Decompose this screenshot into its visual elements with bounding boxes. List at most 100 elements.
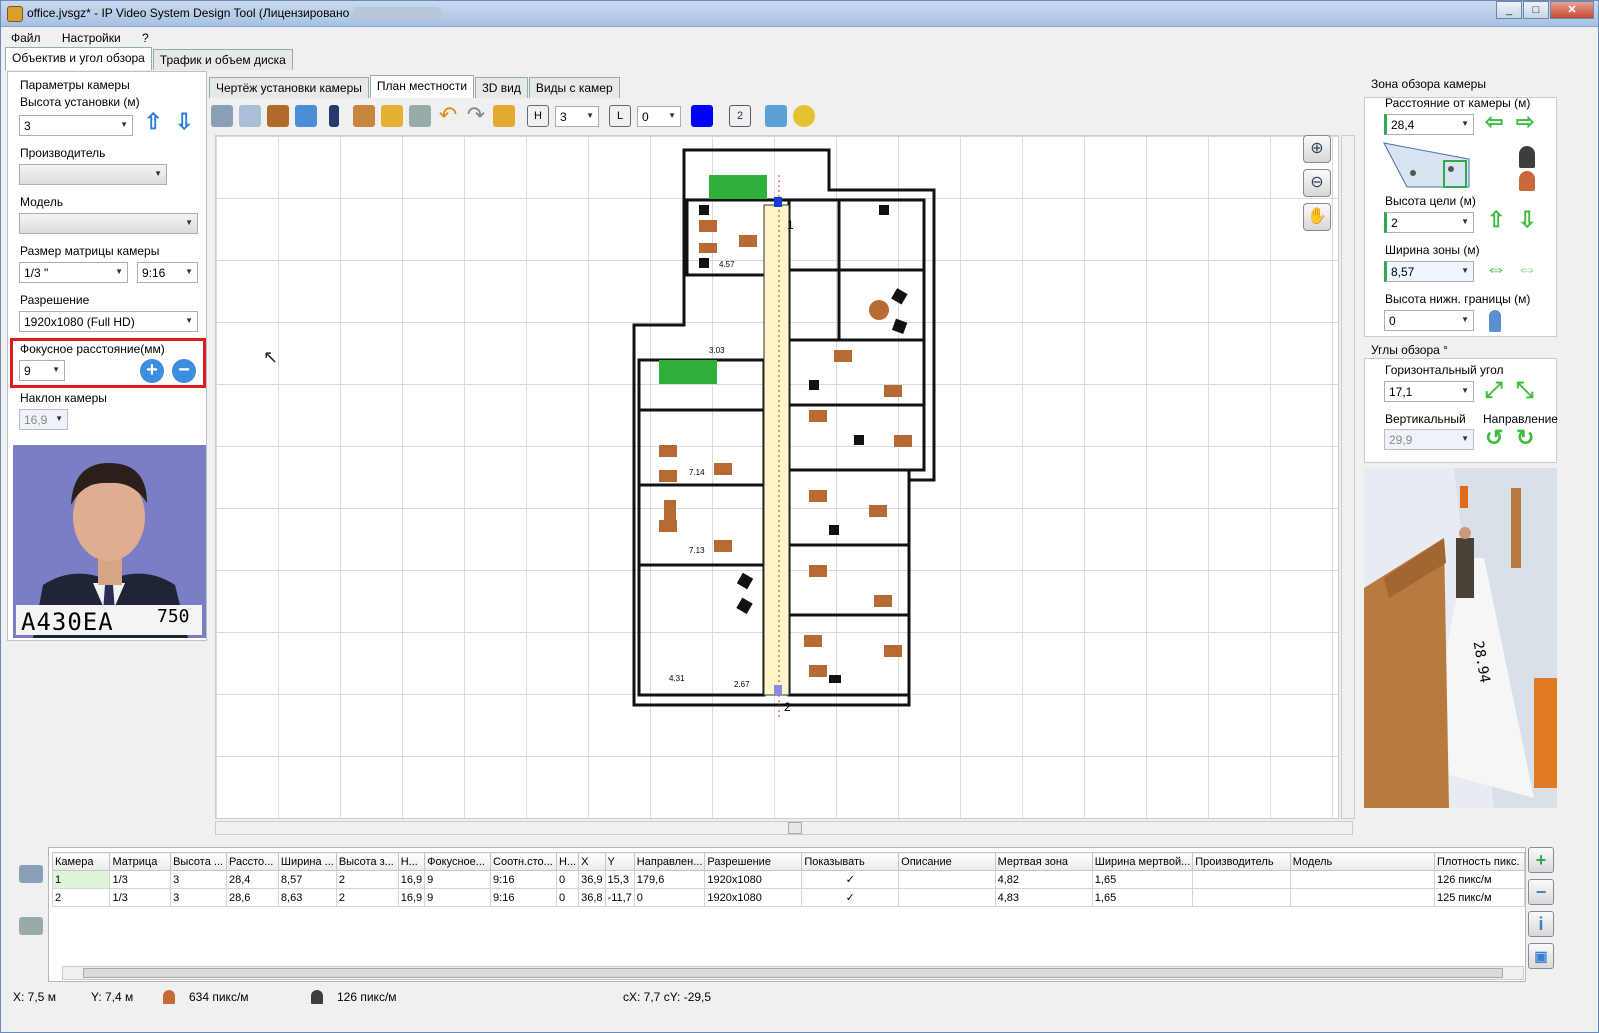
col-header[interactable]: Ширина мертвой... [1091,852,1194,871]
zone-w-combo[interactable]: 8,57 [1384,261,1474,282]
height-combo[interactable]: 3 [19,115,133,136]
col-header[interactable]: Описание [898,852,996,871]
h-combo[interactable]: 3 [555,105,599,127]
arrow-up-icon[interactable]: ⇧ [144,109,162,135]
col-header[interactable]: Мертвая зона [994,852,1093,871]
col-header[interactable]: Н... [555,852,580,871]
rotate-left-icon[interactable]: ↺ [1485,425,1503,451]
col-header[interactable]: Рассто... [226,852,279,871]
zoom-in-icon[interactable]: ⊕ [1303,135,1331,163]
target-h-combo[interactable]: 2 [1384,212,1474,233]
maximize-button[interactable]: □ [1523,1,1549,19]
table-row[interactable]: 2 1/3 3 28,6 8,63 2 16,9 9 9:16 0 36,8 -11,7 0 1920x1… [51,888,1526,907]
table-cell[interactable]: ✓ [801,888,900,907]
collapse-icon[interactable]: ⤡ [1516,377,1534,403]
camera-list-icon[interactable] [19,865,43,883]
pan-hand-icon[interactable]: ✋ [1303,203,1331,231]
layer-tool[interactable]: 2 [729,105,751,127]
door-tool-icon[interactable] [267,105,289,127]
color-picker[interactable] [691,105,713,127]
col-header[interactable]: Н... [397,852,426,871]
col-header[interactable]: Матрица [109,852,172,871]
table-cell: 36,9 [578,870,606,889]
line-list-icon[interactable] [19,917,43,935]
table-cell[interactable]: ✓ [801,870,900,889]
add-camera-icon[interactable]: + [1528,847,1554,873]
remove-camera-icon[interactable]: − [1528,879,1554,905]
wall-tool-icon[interactable] [295,105,317,127]
person-icon[interactable] [1519,146,1535,168]
table-cell: 0 [555,888,580,907]
resolution-combo[interactable]: 1920x1080 (Full HD) [19,311,198,332]
tab-camera-views[interactable]: Виды с камер [528,77,620,98]
col-header[interactable]: Производитель [1192,852,1291,871]
menu-file[interactable]: Файл [1,28,49,45]
col-header[interactable]: Соотн.сто... [490,852,557,871]
col-header[interactable]: Плотность пикс. [1433,852,1526,871]
distance-combo[interactable]: 28,4 [1384,114,1474,135]
widen-icon[interactable]: ⇔ [1485,256,1507,282]
zoom-out-icon[interactable]: ⊖ [1303,169,1331,197]
col-header[interactable]: Камера [51,852,111,871]
expand-icon[interactable]: ⤢ [1485,377,1503,403]
tab-traffic[interactable]: Трафик и объем диска [152,49,293,70]
col-header[interactable]: Ширина ... [277,852,337,871]
col-header[interactable]: Разрешение [704,852,803,871]
arrow-down-icon[interactable]: ⇩ [175,109,193,135]
col-header[interactable]: Высота з... [335,852,399,871]
car-tool-icon[interactable] [381,105,403,127]
tab-install-drawing[interactable]: Чертёж установки камеры [209,77,369,98]
undo-icon[interactable]: ↶ [437,104,459,127]
screenshot-icon[interactable]: ▣ [1528,943,1554,969]
close-button[interactable]: ✕ [1550,1,1594,19]
col-header[interactable]: Модель [1289,852,1435,871]
lower-combo[interactable]: 0 [1384,310,1474,331]
arrow-down-green-icon[interactable]: ⇩ [1518,207,1536,233]
person-tool-icon[interactable] [329,105,339,127]
col-header[interactable]: Направлен... [633,852,706,871]
menu-help[interactable]: ? [132,28,157,45]
camera-tool-icon[interactable] [211,105,233,127]
tab-site-plan[interactable]: План местности [369,75,475,98]
table-tool-icon[interactable] [353,105,375,127]
measure-icon[interactable] [793,105,815,127]
rotate-right-icon[interactable]: ↻ [1516,425,1534,451]
tab-lens[interactable]: Объектив и угол обзора [5,47,152,70]
col-header[interactable]: Y [604,852,635,871]
col-header[interactable]: X [578,852,606,871]
narrow-icon[interactable]: ⇔ [1516,256,1538,282]
hangle-combo[interactable]: 17,1 [1384,381,1474,402]
clear-icon[interactable] [493,105,515,127]
menu-settings[interactable]: Настройки [52,28,129,45]
image-tool-icon[interactable] [239,105,261,127]
minus-button[interactable]: − [172,359,196,383]
line-tool-icon[interactable] [409,105,431,127]
plus-button[interactable]: + [140,359,164,383]
plan-vscroll[interactable] [1341,135,1355,819]
person-lower-icon[interactable] [1489,310,1501,332]
arrow-left-icon[interactable]: ⇦ [1485,109,1503,135]
aspect-combo[interactable]: 9:16 [137,262,198,283]
focal-combo[interactable]: 9 [19,360,65,381]
arrow-up-green-icon[interactable]: ⇧ [1487,207,1505,233]
redo-icon[interactable]: ↷ [465,104,487,127]
target-h-label: Высота цели (м) [1385,194,1476,208]
table-hscroll[interactable] [62,966,1524,980]
room-label: 7.14 [689,468,705,477]
minimize-button[interactable]: _ [1496,1,1522,19]
hangle-label: Горизонтальный угол [1385,363,1504,377]
col-header[interactable]: Высота ... [170,852,228,871]
info-icon[interactable]: i [1528,911,1554,937]
tab-3d-view[interactable]: 3D вид [475,77,528,98]
manufacturer-combo[interactable] [19,164,167,185]
matrix-combo[interactable]: 1/3 " [19,262,128,283]
col-header[interactable]: Показывать [801,852,900,871]
scanner-icon[interactable] [765,105,787,127]
table-row[interactable]: 1 1/3 3 28,4 8,57 2 16,9 9 9:16 0 36,9 15,3 179,6 192… [51,870,1526,889]
col-header[interactable]: Фокусное... [424,852,492,871]
arrow-right-icon[interactable]: ⇨ [1516,109,1534,135]
person-alt-icon[interactable] [1519,171,1535,191]
l-combo[interactable]: 0 [637,105,681,127]
plan-hscroll[interactable] [215,821,1353,835]
model-combo[interactable] [19,213,198,234]
